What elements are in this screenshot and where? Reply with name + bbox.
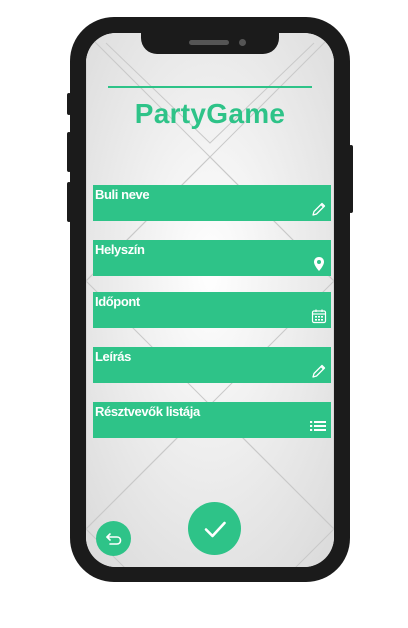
party-name-label: Buli neve: [95, 187, 150, 202]
location-label: Helyszín: [95, 242, 145, 257]
description-field[interactable]: Leírás: [93, 347, 331, 383]
back-button[interactable]: [96, 521, 131, 556]
list-icon: [310, 421, 326, 431]
description-label: Leírás: [95, 349, 131, 364]
pencil-icon: [312, 202, 326, 216]
participants-list-field[interactable]: Résztvevők listája: [93, 402, 331, 438]
phone-camera: [239, 39, 246, 46]
party-name-field[interactable]: Buli neve: [93, 185, 331, 221]
location-field[interactable]: Helyszín: [93, 240, 331, 276]
app-title: PartyGame: [134, 98, 286, 129]
date-label: Időpont: [95, 294, 140, 309]
location-pin-icon: [314, 257, 324, 271]
back-arrow-icon: [105, 532, 121, 545]
date-field[interactable]: Időpont: [93, 292, 331, 328]
phone-speaker: [189, 40, 229, 45]
confirm-button[interactable]: [188, 502, 241, 555]
title-divider: [108, 86, 312, 88]
pencil-icon: [312, 364, 326, 378]
checkmark-icon: [204, 521, 226, 537]
participants-list-label: Résztvevők listája: [95, 404, 200, 419]
calendar-icon: [311, 309, 327, 324]
